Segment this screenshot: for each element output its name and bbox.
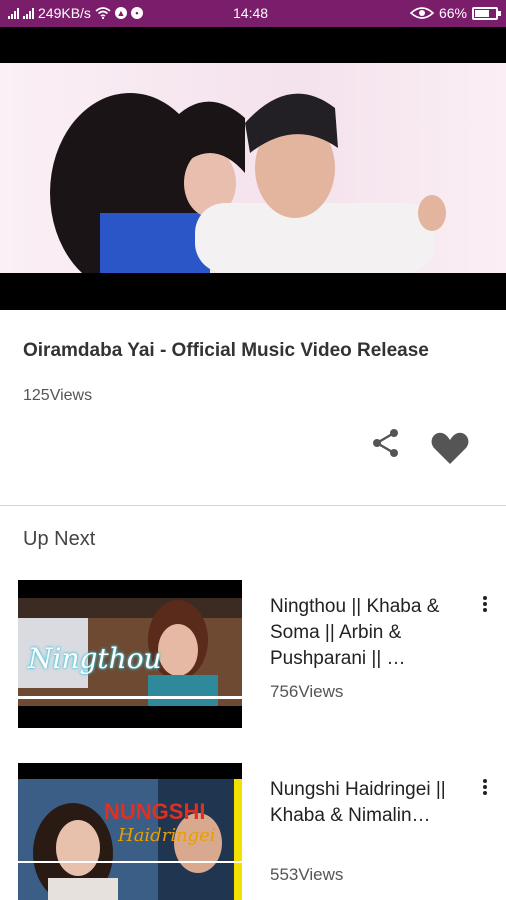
thumbnail-caption-line2: Haidringei: [118, 825, 216, 846]
more-vert-icon: [474, 596, 496, 612]
video-title: Oiramdaba Yai - Official Music Video Rel…: [23, 340, 429, 361]
share-button[interactable]: [370, 427, 402, 459]
list-item[interactable]: NUNGSHI Haidringei Nungshi Haidringei ||…: [0, 763, 506, 900]
video-frame[interactable]: [0, 63, 506, 273]
share-icon: [373, 429, 398, 457]
screen: 249KB/s ▲ • 14:48 66% Oiramdaba Yai - Of…: [0, 0, 506, 900]
thumbnail-caption-line1: NUNGSHI: [104, 799, 206, 824]
item-title[interactable]: Nungshi Haidringei || Khaba & Nimalin…: [270, 777, 470, 829]
heart-icon: [431, 432, 469, 464]
status-bar: 249KB/s ▲ • 14:48 66%: [0, 0, 506, 27]
network-speed: 249KB/s: [38, 5, 91, 21]
more-options-button[interactable]: [474, 594, 496, 618]
eye-icon: [409, 7, 434, 19]
signal-icon: [8, 7, 19, 19]
item-title[interactable]: Ningthou || Khaba & Soma || Arbin & Push…: [270, 594, 470, 672]
video-player[interactable]: [0, 27, 506, 310]
favorite-button[interactable]: [430, 428, 470, 468]
item-views: 553Views: [270, 865, 344, 884]
battery-percent: 66%: [438, 5, 467, 21]
drive-icon: ▲: [114, 7, 127, 19]
thumbnail-caption: Ningthou: [28, 642, 162, 675]
item-views: 756Views: [270, 682, 344, 701]
more-vert-icon: [474, 779, 496, 795]
video-still-image: [50, 93, 446, 273]
video-thumbnail[interactable]: NUNGSHI Haidringei: [18, 763, 242, 900]
video-views: 125Views: [23, 387, 93, 404]
battery-icon: [472, 6, 501, 20]
up-next-heading: Up Next: [23, 528, 96, 550]
video-thumbnail[interactable]: Ningthou: [18, 580, 242, 728]
clock: 14:48: [233, 5, 269, 21]
more-options-button[interactable]: [474, 777, 496, 801]
list-item[interactable]: Ningthou Ningthou || Khaba & Soma || Arb…: [0, 580, 506, 740]
status-right: 66%: [409, 5, 501, 21]
signal-icon: [23, 7, 34, 19]
divider: [0, 505, 506, 506]
wifi-icon: [95, 7, 111, 19]
status-left: 249KB/s ▲ •: [8, 5, 143, 21]
chat-icon: •: [130, 7, 143, 19]
